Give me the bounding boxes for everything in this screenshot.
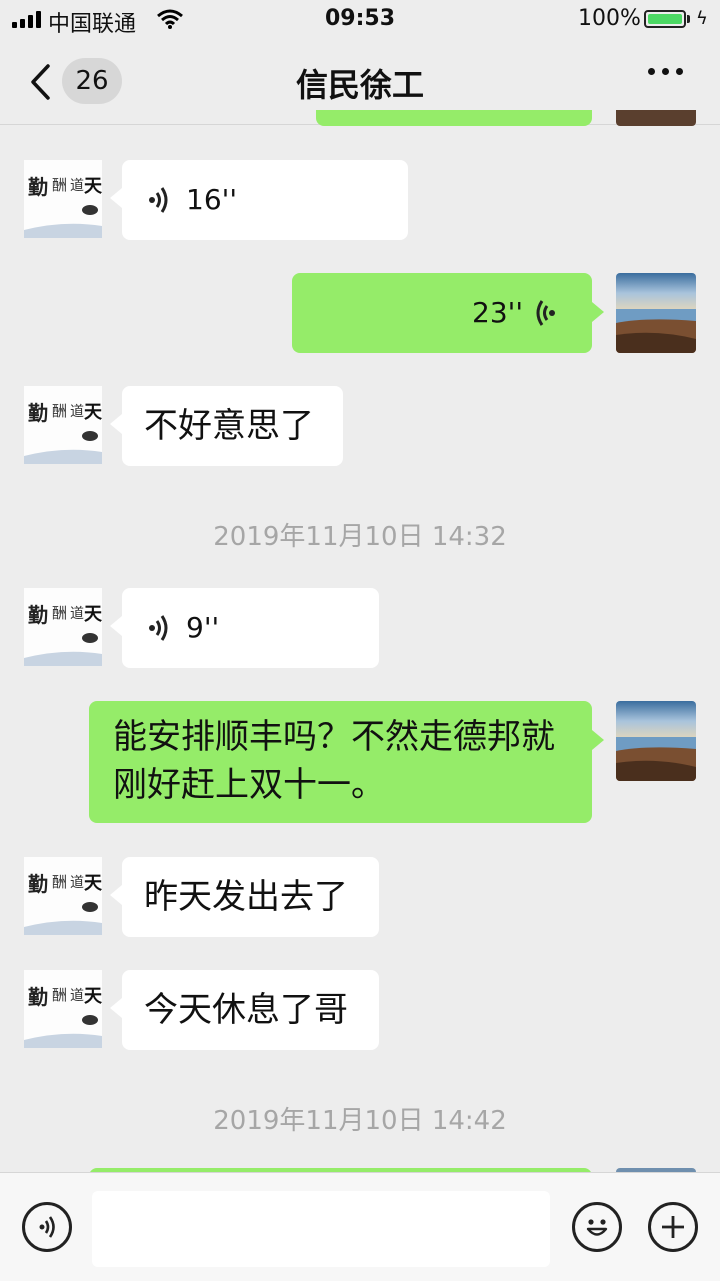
bubble-tail (592, 302, 604, 322)
svg-text:酬: 酬 (52, 176, 67, 194)
svg-text:天: 天 (84, 604, 102, 625)
more-dot-icon (676, 68, 683, 75)
svg-text:天: 天 (84, 402, 102, 423)
my-avatar[interactable] (616, 273, 696, 353)
more-dot-icon (648, 68, 655, 75)
voice-wave-icon (536, 300, 555, 326)
input-bar (0, 1172, 720, 1281)
svg-text:酬: 酬 (52, 873, 67, 891)
message-input[interactable] (92, 1191, 550, 1267)
voice-message-incoming[interactable]: 16'' (122, 160, 408, 240)
bubble-tail (110, 414, 122, 434)
bubble-tail (110, 616, 122, 636)
charging-icon: ϟ (696, 8, 708, 29)
message-bubble-partial[interactable] (316, 110, 592, 126)
chat-title: 信民徐工 (295, 66, 424, 104)
svg-text:酬: 酬 (52, 986, 67, 1004)
svg-text:酬: 酬 (52, 402, 67, 420)
more-options-button[interactable] (648, 68, 683, 75)
svg-text:勤: 勤 (28, 872, 48, 896)
voice-duration: 23'' (472, 296, 524, 329)
svg-text:天: 天 (84, 873, 102, 894)
timestamp: 2019年11月10日 14:42 (213, 1106, 507, 1136)
text-message-incoming[interactable]: 不好意思了 (122, 386, 343, 466)
avatar-partial (616, 110, 696, 126)
landscape-avatar-icon (616, 273, 696, 353)
text-message-incoming[interactable]: 今天休息了哥 (122, 970, 379, 1050)
calligraphy-avatar-icon: 勤 酬 道 天 (24, 160, 102, 238)
voice-wave-icon (39, 1216, 55, 1238)
bubble-tail (592, 730, 604, 750)
contact-avatar[interactable]: 勤 酬 道 天 (24, 160, 102, 238)
voice-duration: 16'' (186, 183, 238, 216)
battery-icon (644, 10, 686, 28)
smiley-icon (586, 1219, 608, 1236)
message-text: 不好意思了 (144, 406, 314, 446)
svg-text:勤: 勤 (28, 175, 48, 199)
bubble-tail (110, 188, 122, 208)
calligraphy-avatar-icon: 勤 酬 道 天 (24, 386, 102, 464)
svg-text:道: 道 (70, 178, 84, 194)
calligraphy-avatar-icon: 勤 酬 道 天 (24, 588, 102, 666)
message-text: 今天休息了哥 (144, 990, 348, 1030)
bubble-tail (110, 998, 122, 1018)
bubble-tail (110, 885, 122, 905)
message-text-line: 能安排顺丰吗？不然走德邦就 (113, 717, 555, 757)
text-message-outgoing[interactable]: 能安排顺丰吗？不然走德邦就 刚好赶上双十一。 (89, 701, 592, 823)
landscape-avatar-icon (616, 701, 696, 781)
more-dot-icon (662, 68, 669, 75)
text-message-incoming[interactable]: 昨天发出去了 (122, 857, 379, 937)
svg-text:勤: 勤 (28, 985, 48, 1009)
timestamp: 2019年11月10日 14:32 (213, 522, 507, 552)
emoji-button[interactable] (572, 1202, 622, 1252)
plus-icon (662, 1216, 684, 1238)
svg-text:道: 道 (70, 988, 84, 1004)
svg-text:天: 天 (84, 986, 102, 1007)
my-avatar[interactable] (616, 701, 696, 781)
calligraphy-avatar-icon: 勤 酬 道 天 (24, 857, 102, 935)
battery-tip (687, 15, 690, 23)
contact-avatar[interactable]: 勤 酬 道 天 (24, 386, 102, 464)
contact-avatar[interactable]: 勤 酬 道 天 (24, 857, 102, 935)
svg-text:道: 道 (70, 404, 84, 420)
voice-wave-icon (149, 187, 168, 213)
message-text: 昨天发出去了 (144, 877, 348, 917)
contact-avatar[interactable]: 勤 酬 道 天 (24, 970, 102, 1048)
voice-wave-icon (149, 615, 168, 641)
svg-text:道: 道 (70, 606, 84, 622)
svg-text:天: 天 (84, 176, 102, 197)
battery-percent: 100% (578, 6, 641, 31)
voice-duration: 9'' (186, 611, 220, 644)
more-functions-button[interactable] (648, 1202, 698, 1252)
voice-message-incoming[interactable]: 9'' (122, 588, 379, 668)
svg-text:勤: 勤 (28, 401, 48, 425)
contact-avatar[interactable]: 勤 酬 道 天 (24, 588, 102, 666)
calligraphy-avatar-icon: 勤 酬 道 天 (24, 970, 102, 1048)
svg-text:勤: 勤 (28, 603, 48, 627)
message-text-line: 刚好赶上双十一。 (113, 765, 385, 805)
voice-input-button[interactable] (22, 1202, 72, 1252)
status-bar: 中国联通 09:53 100% ϟ (0, 0, 720, 40)
svg-text:酬: 酬 (52, 604, 67, 622)
voice-message-outgoing[interactable]: 23'' (292, 273, 592, 353)
svg-text:道: 道 (70, 875, 84, 891)
